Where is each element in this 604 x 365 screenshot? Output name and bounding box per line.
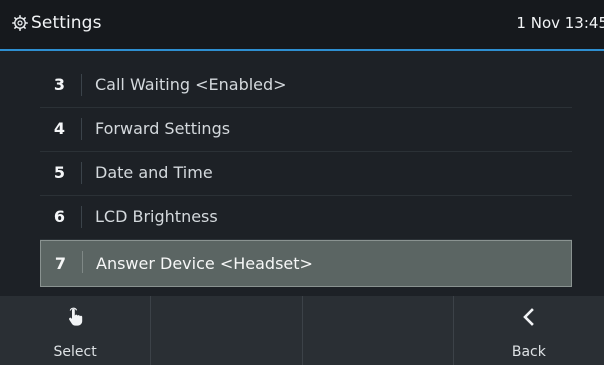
menu-item-number: 6 (53, 207, 66, 226)
menu-item-divider (81, 118, 82, 140)
menu-item-lcd-brightness[interactable]: 6 LCD Brightness (40, 196, 572, 240)
menu-item-number: 3 (53, 75, 66, 94)
menu-item-forward-settings[interactable]: 4 Forward Settings (40, 108, 572, 152)
softkey-bar: Select Back (0, 296, 604, 365)
menu-item-answer-device[interactable]: 7 Answer Device <Headset> (40, 240, 572, 287)
menu-item-number: 7 (54, 254, 67, 273)
menu-item-number: 4 (53, 119, 66, 138)
menu-item-call-waiting[interactable]: 3 Call Waiting <Enabled> (40, 64, 572, 108)
page-title: Settings (31, 13, 102, 33)
softkey-3-empty[interactable] (303, 296, 454, 365)
menu-item-label: Answer Device <Headset> (96, 254, 313, 273)
menu-item-number: 5 (53, 163, 66, 182)
menu-item-date-and-time[interactable]: 5 Date and Time (40, 152, 572, 196)
menu-item-divider (82, 251, 83, 273)
gear-icon (12, 15, 28, 31)
select-softkey-label: Select (53, 344, 97, 360)
menu-item-label: Forward Settings (95, 119, 231, 138)
back-softkey[interactable]: Back (454, 296, 604, 365)
header-bar: Settings 1 Nov 13:45 (0, 0, 604, 51)
settings-menu-list: 3 Call Waiting <Enabled> 4 Forward Setti… (40, 64, 572, 287)
chevron-left-icon (523, 308, 534, 326)
hand-pointer-icon (69, 307, 83, 326)
menu-item-divider (81, 206, 82, 228)
menu-item-divider (81, 162, 82, 184)
menu-item-divider (81, 74, 82, 96)
select-softkey[interactable]: Select (0, 296, 152, 365)
softkey-2-empty[interactable] (151, 296, 303, 365)
phone-screen: Settings 1 Nov 13:45 3 Call Waiting <Ena… (0, 0, 604, 365)
menu-item-label: Date and Time (95, 163, 213, 182)
back-softkey-label: Back (511, 344, 546, 360)
menu-item-label: Call Waiting <Enabled> (95, 75, 287, 94)
menu-item-label: LCD Brightness (95, 207, 218, 226)
date-time-display: 1 Nov 13:45 (516, 14, 604, 32)
